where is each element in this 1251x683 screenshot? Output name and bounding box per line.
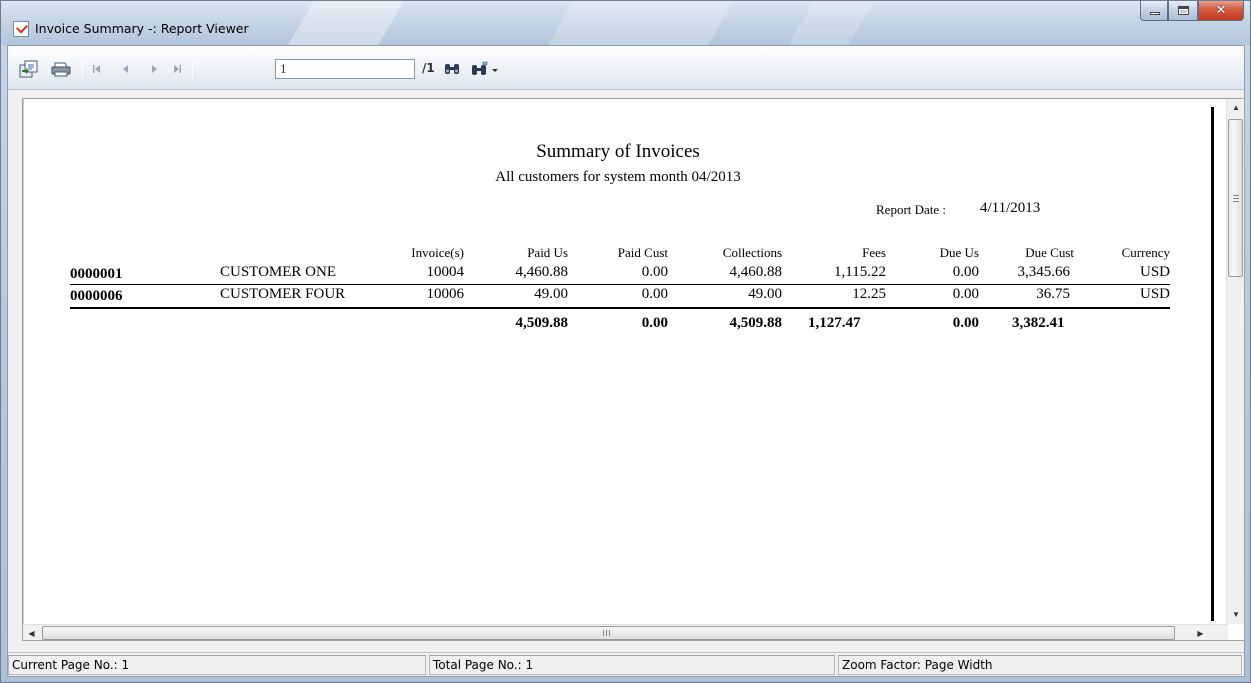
status-total-pages: Total Page No.: 1	[429, 655, 835, 675]
report-viewport[interactable]: Summary of Invoices All customers for sy…	[22, 98, 1245, 641]
maximize-icon	[1178, 6, 1189, 15]
report-page: Summary of Invoices All customers for sy…	[23, 99, 1211, 624]
find-icon	[445, 64, 459, 74]
grip-icon	[1233, 195, 1239, 202]
title-bar-glare	[788, 1, 874, 45]
export-button[interactable]	[18, 60, 40, 78]
page-shadow-edge	[1211, 107, 1214, 621]
row-invoice: 10006	[426, 286, 465, 302]
column-header-currency: Currency	[1121, 245, 1170, 260]
row-paid-us: 4,460.88	[515, 264, 569, 280]
last-page-icon	[174, 65, 181, 73]
row-due-cust: 3,345.66	[1017, 264, 1071, 280]
title-bar[interactable]: Invoice Summary -: Report Viewer ✕	[1, 1, 1250, 45]
report-subtitle: All customers for system month 04/2013	[495, 169, 741, 185]
toolbar: /1	[8, 46, 1244, 90]
row-paid-us: 49.00	[534, 286, 568, 302]
report-viewer-window: Invoice Summary -: Report Viewer ✕ 1 /1 …	[0, 0, 1251, 683]
first-page-button[interactable]	[90, 60, 104, 78]
vertical-scrollbar[interactable]: ▲ ▼	[1226, 99, 1244, 624]
horizontal-scrollbar[interactable]: ◀ ▶	[23, 624, 1228, 640]
page-number-input[interactable]	[275, 59, 415, 79]
column-header-collections: Collections	[722, 245, 782, 260]
row-currency: USD	[1139, 286, 1170, 302]
close-icon: ✕	[1215, 3, 1227, 18]
scroll-left-arrow-icon[interactable]: ◀	[23, 625, 40, 640]
print-button[interactable]	[49, 60, 73, 78]
print-icon	[51, 62, 71, 77]
column-header-paid-cust: Paid Cust	[617, 245, 668, 260]
total-collections: 4,509.88	[729, 315, 783, 331]
page-total-label: /1	[422, 61, 435, 75]
total-fees: 1,127.47	[808, 315, 861, 331]
row-account-id: 0000001	[70, 266, 123, 282]
row-invoice: 10004	[426, 264, 465, 280]
row-paid-cust: 0.00	[641, 264, 668, 280]
row-collections: 4,460.88	[729, 264, 783, 280]
zoom-icon	[472, 61, 498, 75]
vertical-scroll-thumb[interactable]	[1228, 119, 1243, 277]
title-bar-glare	[288, 1, 404, 45]
total-paid-us: 4,509.88	[515, 315, 569, 331]
report-date-value: 4/11/2013	[980, 200, 1041, 216]
row-collections: 49.00	[748, 286, 782, 302]
scroll-up-arrow-icon[interactable]: ▲	[1227, 99, 1244, 116]
report-date-label: Report Date :	[876, 202, 947, 217]
row-currency: USD	[1139, 264, 1170, 280]
horizontal-scroll-thumb[interactable]	[42, 626, 1175, 640]
row-paid-cust: 0.00	[641, 286, 668, 302]
grip-icon	[603, 630, 610, 636]
window-title: Invoice Summary -: Report Viewer	[35, 21, 249, 36]
find-button[interactable]	[442, 60, 462, 78]
totals-divider	[70, 307, 1170, 309]
total-paid-cust: 0.00	[641, 315, 668, 331]
minimize-icon	[1150, 12, 1160, 15]
first-page-icon	[93, 65, 100, 73]
client-area: /1 Summary	[7, 45, 1245, 677]
close-button[interactable]: ✕	[1198, 1, 1244, 21]
row-due-cust: 36.75	[1036, 286, 1070, 302]
row-fees: 12.25	[852, 286, 886, 302]
previous-page-icon	[123, 65, 128, 73]
report-app-icon	[13, 21, 29, 37]
title-bar-glare	[548, 1, 734, 45]
row-account-id: 0000006	[70, 288, 123, 304]
total-due-us: 0.00	[952, 315, 979, 331]
scroll-down-arrow-icon[interactable]: ▼	[1227, 606, 1244, 623]
minimize-button[interactable]	[1140, 1, 1168, 21]
row-divider	[70, 284, 1170, 285]
maximize-button[interactable]	[1168, 1, 1198, 21]
row-customer-name: CUSTOMER ONE	[220, 264, 336, 280]
toolbar-separator	[82, 60, 83, 78]
row-customer-name: CUSTOMER FOUR	[220, 286, 346, 302]
status-bar: Current Page No.: 1 Total Page No.: 1 Zo…	[8, 652, 1244, 676]
report-title: Summary of Invoices	[536, 141, 700, 162]
row-due-us: 0.00	[952, 286, 979, 302]
status-zoom-factor: Zoom Factor: Page Width	[838, 655, 1242, 675]
last-page-button[interactable]	[170, 60, 184, 78]
total-due-cust: 3,382.41	[1012, 315, 1065, 331]
status-current-page: Current Page No.: 1	[8, 655, 426, 675]
column-header-paid-us: Paid Us	[527, 245, 568, 260]
row-fees: 1,115.22	[834, 264, 886, 280]
scroll-right-arrow-icon[interactable]: ▶	[1192, 625, 1209, 640]
row-due-us: 0.00	[952, 264, 979, 280]
window-controls: ✕	[1140, 1, 1244, 21]
export-icon	[19, 60, 38, 78]
column-header-due-us: Due Us	[939, 245, 979, 260]
column-header-fees: Fees	[862, 245, 886, 260]
column-header-invoices: Invoice(s)	[411, 245, 464, 260]
next-page-icon	[152, 65, 157, 73]
previous-page-button[interactable]	[119, 60, 133, 78]
toolbar-separator	[192, 60, 193, 78]
next-page-button[interactable]	[147, 60, 161, 78]
zoom-button[interactable]	[470, 60, 502, 78]
column-header-due-cust: Due Cust	[1025, 245, 1074, 260]
